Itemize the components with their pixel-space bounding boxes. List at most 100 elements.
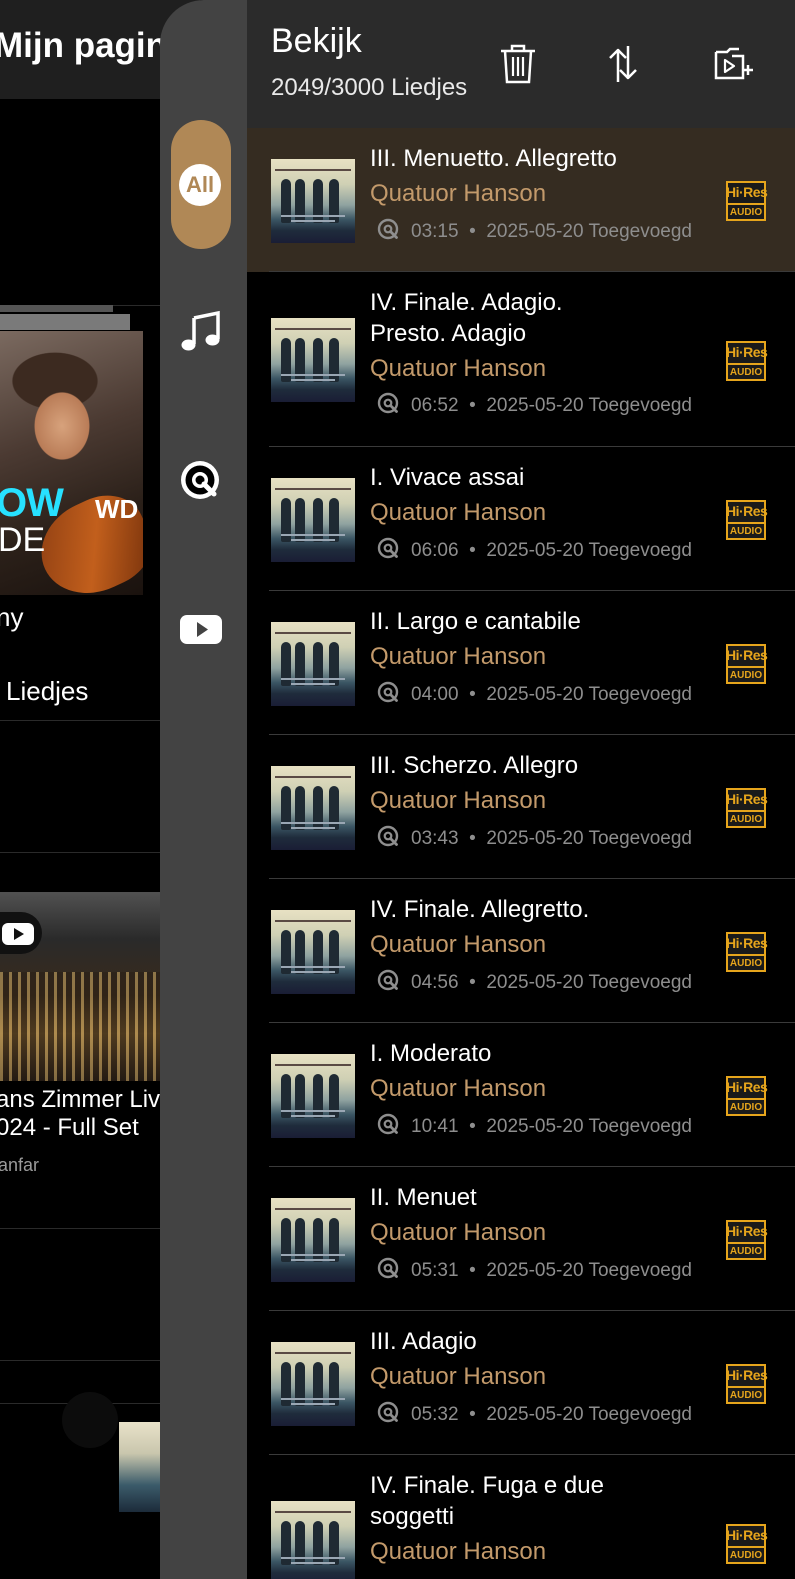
hi-res-audio-badge: Hi·Res AUDIO bbox=[726, 500, 768, 540]
track-row[interactable]: III. Adagio Quatuor Hanson 05:32 • 2025-05… bbox=[247, 1311, 795, 1455]
separator-dot: • bbox=[458, 221, 487, 242]
track-title: I. Moderato bbox=[370, 1040, 492, 1067]
all-icon: All bbox=[179, 164, 221, 206]
hi-res-audio-badge: Hi·Res AUDIO bbox=[726, 1076, 768, 1116]
separator-dot: • bbox=[458, 1116, 487, 1137]
track-meta: 04:00 • 2025-05-20 Toegevoegd bbox=[377, 682, 692, 708]
track-title: III. Menuetto. Allegretto bbox=[370, 145, 617, 172]
separator-dot: • bbox=[458, 828, 487, 849]
qobuz-source-icon bbox=[377, 393, 399, 414]
hi-res-audio-badge: Hi·Res AUDIO bbox=[726, 1364, 768, 1404]
track-added-date: 2025-05-20 Toegevoegd bbox=[486, 1404, 692, 1425]
hi-res-audio-badge: Hi·Res AUDIO bbox=[726, 181, 768, 221]
track-artist: Quatuor Hanson bbox=[370, 1538, 547, 1565]
track-row[interactable]: IV. Finale. Fuga e due soggetti Quatuor H… bbox=[247, 1455, 795, 1579]
video-channel: anfar bbox=[0, 1155, 40, 1175]
track-row[interactable]: II. Largo e cantabile Quatuor Hanson 04:00… bbox=[247, 591, 795, 735]
track-title: I. Vivace assai bbox=[370, 464, 525, 491]
track-title: II. Menuet bbox=[370, 1184, 477, 1211]
song-count: 2049/3000 Liedjes bbox=[271, 74, 468, 101]
music-note-icon bbox=[181, 310, 220, 351]
qobuz-source-icon bbox=[377, 682, 399, 703]
add-to-playlist-icon bbox=[714, 47, 753, 80]
track-added-date: 2025-05-20 Toegevoegd bbox=[486, 1260, 692, 1281]
hi-res-audio-badge: Hi·Res AUDIO bbox=[726, 1524, 768, 1564]
track-meta: 03:43 • 2025-05-20 Toegevoegd bbox=[377, 826, 692, 852]
delete-button[interactable] bbox=[497, 42, 539, 86]
add-to-playlist-button[interactable] bbox=[712, 42, 754, 86]
playlist-cover-image[interactable]: OW WD DE bbox=[0, 331, 143, 595]
cover-text: WD bbox=[95, 494, 139, 524]
filter-all-button[interactable]: All bbox=[171, 120, 231, 249]
filter-youtube-button[interactable] bbox=[178, 606, 224, 652]
track-row[interactable]: III. Menuetto. Allegretto Quatuor Hanson 0… bbox=[247, 128, 795, 272]
track-added-date: 2025-05-20 Toegevoegd bbox=[486, 1116, 692, 1137]
video-title: ans Zimmer Liv bbox=[0, 1086, 161, 1113]
qobuz-source-icon bbox=[377, 1258, 399, 1279]
separator-dot: • bbox=[458, 1260, 487, 1281]
trash-icon bbox=[501, 44, 535, 84]
track-title: IV. Finale. Allegretto. bbox=[370, 896, 590, 923]
track-added-date: 2025-05-20 Toegevoegd bbox=[486, 221, 692, 242]
stacked-card-edge bbox=[0, 314, 130, 330]
track-duration: 04:56 bbox=[411, 972, 459, 993]
track-duration: 03:43 bbox=[411, 828, 459, 849]
mini-player-artwork[interactable] bbox=[119, 1422, 164, 1512]
track-meta: 03:15 • 2025-05-20 Toegevoegd bbox=[377, 219, 692, 245]
qobuz-source-icon bbox=[377, 219, 399, 240]
track-artist: Quatuor Hanson bbox=[370, 355, 547, 382]
track-added-date: 2025-05-20 Toegevoegd bbox=[486, 828, 692, 849]
track-artist: Quatuor Hanson bbox=[370, 1219, 547, 1246]
track-artist: Quatuor Hanson bbox=[370, 1363, 547, 1390]
track-duration: 05:31 bbox=[411, 1260, 459, 1281]
track-row[interactable]: II. Menuet Quatuor Hanson 05:31 • 2025-05-… bbox=[247, 1167, 795, 1311]
album-artwork bbox=[271, 766, 355, 850]
qobuz-source-icon bbox=[377, 826, 399, 847]
sort-icon bbox=[609, 46, 637, 82]
browse-panel: Bekijk 2049/3000 Liedjes III. Menuetto. … bbox=[247, 0, 795, 1579]
hi-res-audio-badge: Hi·Res AUDIO bbox=[726, 341, 768, 381]
track-title: III. Scherzo. Allegro bbox=[370, 752, 579, 779]
track-row[interactable]: I. Vivace assai Quatuor Hanson 06:06 • 202… bbox=[247, 447, 795, 591]
track-meta: 06:06 • 2025-05-20 Toegevoegd bbox=[377, 538, 692, 564]
track-added-date: 2025-05-20 Toegevoegd bbox=[486, 395, 692, 416]
track-title: III. Adagio bbox=[370, 1328, 477, 1355]
track-artist: Quatuor Hanson bbox=[370, 643, 547, 670]
qobuz-source-icon bbox=[377, 1402, 399, 1423]
track-row[interactable]: IV. Finale. Allegretto. Quatuor Hanson 04:… bbox=[247, 879, 795, 1023]
track-row[interactable]: I. Moderato Quatuor Hanson 10:41 • 2025-05… bbox=[247, 1023, 795, 1167]
track-added-date: 2025-05-20 Toegevoegd bbox=[486, 972, 692, 993]
separator-dot: • bbox=[458, 972, 487, 993]
separator-dot: • bbox=[458, 684, 487, 705]
track-title: IV. Finale. Adagio. Presto. Adagio bbox=[370, 289, 563, 347]
separator-dot: • bbox=[458, 540, 487, 561]
hi-res-audio-badge: Hi·Res AUDIO bbox=[726, 932, 768, 972]
album-artwork bbox=[271, 159, 355, 243]
qobuz-source-icon bbox=[377, 1114, 399, 1135]
track-artist: Quatuor Hanson bbox=[370, 1075, 547, 1102]
track-title: II. Largo e cantabile bbox=[370, 608, 581, 635]
track-duration: 05:32 bbox=[411, 1404, 459, 1425]
album-artwork bbox=[271, 318, 355, 402]
track-artist: Quatuor Hanson bbox=[370, 931, 547, 958]
filter-music-button[interactable] bbox=[178, 308, 224, 354]
track-row[interactable]: IV. Finale. Adagio. Presto. Adagio Quatuo… bbox=[247, 272, 795, 447]
mini-player-button[interactable] bbox=[62, 1392, 118, 1448]
sort-button[interactable] bbox=[604, 42, 646, 86]
album-artwork bbox=[271, 478, 355, 562]
track-duration: 06:52 bbox=[411, 395, 459, 416]
album-artwork bbox=[271, 1054, 355, 1138]
hi-res-audio-badge: Hi·Res AUDIO bbox=[726, 644, 768, 684]
album-artwork bbox=[271, 622, 355, 706]
track-duration: 03:15 bbox=[411, 221, 459, 242]
track-meta: 05:32 • 2025-05-20 Toegevoegd bbox=[377, 1402, 692, 1428]
cover-text: OW bbox=[0, 481, 64, 525]
qobuz-source-icon bbox=[377, 970, 399, 991]
track-row[interactable]: III. Scherzo. Allegro Quatuor Hanson 03:43… bbox=[247, 735, 795, 879]
source-filter-sidebar: All bbox=[160, 0, 248, 1579]
track-meta: 06:52 • 2025-05-20 Toegevoegd bbox=[377, 393, 692, 419]
track-duration: 04:00 bbox=[411, 684, 459, 705]
youtube-icon bbox=[180, 615, 222, 644]
playlist-title: ny bbox=[0, 602, 24, 632]
filter-qobuz-button[interactable] bbox=[178, 458, 224, 504]
